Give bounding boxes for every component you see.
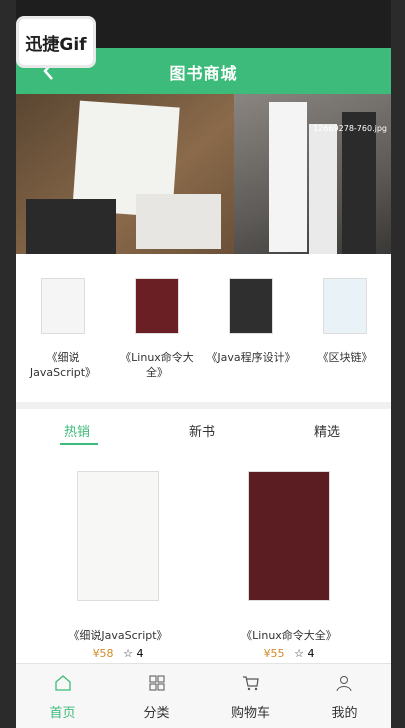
product-name: 《Linux命令大全》: [241, 629, 337, 642]
product-price: ¥55: [263, 647, 285, 660]
product-card[interactable]: 《细说JavaScript》 ¥58 ☆ 4: [53, 471, 183, 660]
tab-hot[interactable]: 热销: [64, 421, 90, 440]
tab-new[interactable]: 新书: [189, 421, 215, 440]
bottom-nav: 首页 分类 购物车 我的: [16, 663, 391, 728]
banner-image-right: 12669278-760.jpg: [234, 94, 391, 254]
product-price: ¥58: [92, 647, 114, 660]
category-row: 《细说JavaScript》 《Linux命令大全》 《Java程序设计》 《区…: [16, 254, 391, 402]
book-cover-icon: [135, 278, 179, 334]
product-name: 《细说JavaScript》: [68, 629, 168, 642]
nav-profile[interactable]: 我的: [298, 674, 391, 721]
banner-caption: 12669278-760.jpg: [313, 124, 387, 133]
home-icon: [54, 675, 71, 691]
banner-carousel[interactable]: 12669278-760.jpg: [16, 94, 391, 254]
book-cover-icon: [229, 278, 273, 334]
book-cover-icon: [41, 278, 85, 334]
section-divider: [16, 402, 391, 409]
cart-icon: [242, 676, 259, 691]
category-label: 《Java程序设计》: [206, 351, 296, 364]
category-label: 《区块链》: [317, 351, 373, 364]
product-card[interactable]: 《Linux命令大全》 ¥55 ☆ 4: [224, 471, 354, 660]
nav-label: 分类: [143, 706, 170, 721]
star-icon: ☆: [123, 647, 133, 660]
book-cover-icon: [77, 471, 159, 601]
category-item[interactable]: 《Linux命令大全》: [112, 278, 202, 380]
nav-label: 我的: [331, 706, 358, 721]
book-cover-icon: [323, 278, 367, 334]
nav-label: 购物车: [230, 706, 270, 721]
tab-featured[interactable]: 精选: [314, 421, 340, 440]
active-tab-indicator: [60, 443, 98, 445]
category-item[interactable]: 《细说JavaScript》: [18, 278, 108, 380]
nav-label: 首页: [49, 706, 76, 721]
category-item[interactable]: 《区块链》: [300, 278, 390, 365]
nav-home[interactable]: 首页: [16, 674, 109, 721]
product-tabs: 热销 新书 精选: [16, 409, 391, 451]
phone-screen: 图书商城 12669278-760.jpg 《细说JavaScript》 《Li…: [16, 0, 391, 728]
category-label: 《Linux命令大全》: [120, 351, 194, 379]
nav-cart[interactable]: 购物车: [204, 674, 297, 721]
nav-category[interactable]: 分类: [110, 674, 203, 721]
category-label: 《细说JavaScript》: [29, 351, 97, 379]
watermark-logo: 迅捷Gif: [16, 16, 96, 68]
user-icon: [336, 676, 351, 692]
product-meta: ¥58 ☆ 4: [53, 647, 183, 660]
product-rating: 4: [307, 647, 315, 660]
product-grid: 《细说JavaScript》 ¥58 ☆ 4 《Linux命令大全》 ¥55 ☆…: [16, 451, 391, 663]
product-meta: ¥55 ☆ 4: [224, 647, 354, 660]
category-item[interactable]: 《Java程序设计》: [206, 278, 296, 365]
banner-image-left: [16, 94, 234, 254]
book-cover-icon: [248, 471, 330, 601]
star-icon: ☆: [294, 647, 304, 660]
product-rating: 4: [136, 647, 144, 660]
grid-icon: [149, 675, 164, 691]
